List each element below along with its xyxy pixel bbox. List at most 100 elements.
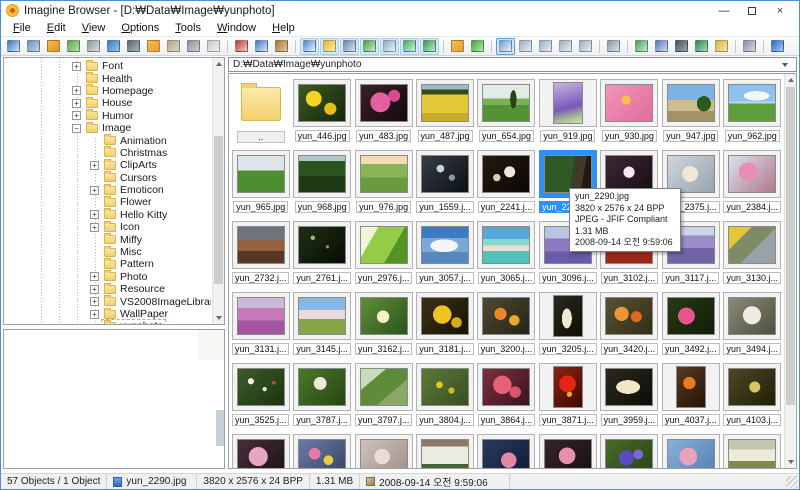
help-button[interactable] xyxy=(768,38,787,55)
view-tiles-button[interactable] xyxy=(536,38,555,55)
thumbnail-item[interactable]: yun_3959.j... xyxy=(599,360,660,431)
folder-up-item[interactable]: .. xyxy=(230,76,291,147)
paste-button[interactable] xyxy=(272,38,291,55)
thumbnail-item[interactable]: yun_3130.j... xyxy=(722,218,783,289)
tree-item-humor[interactable]: + Humor xyxy=(4,109,211,122)
tree-item-health[interactable]: Health xyxy=(4,72,211,85)
tree-item-emoticon[interactable]: + Emoticon xyxy=(4,183,211,196)
tree-item-icon[interactable]: + Icon xyxy=(4,220,211,233)
thumbnail-item[interactable]: yun_3797.j... xyxy=(353,360,414,431)
thumbnail-item[interactable]: yun_2761.j... xyxy=(291,218,352,289)
scroll-up-arrow[interactable] xyxy=(785,74,796,86)
scroll-down-arrow[interactable] xyxy=(213,312,224,324)
minimize-button[interactable]: — xyxy=(710,2,738,19)
filmstrip-button[interactable] xyxy=(692,38,711,55)
view-details-button[interactable] xyxy=(576,38,595,55)
chevron-down-icon[interactable] xyxy=(778,58,792,71)
expand-toggle[interactable]: + xyxy=(90,272,99,282)
thumbnail-item[interactable]: yun_3787.j... xyxy=(291,360,352,431)
menu-item-window[interactable]: Window xyxy=(209,21,264,35)
thumbnail-item[interactable]: yun_965.jpg xyxy=(230,147,291,218)
thumbnail-item[interactable]: yun_3492.j... xyxy=(660,289,721,360)
expand-toggle[interactable]: + xyxy=(72,61,81,71)
tree-item-flower[interactable]: Flower xyxy=(4,195,211,208)
batch-edit-button[interactable] xyxy=(712,38,731,55)
thumbnail-item[interactable]: yun_3864.j... xyxy=(476,360,537,431)
thumbnail-item[interactable]: yun_947.jpg xyxy=(660,76,721,147)
thumbnail-item[interactable] xyxy=(291,431,352,468)
thumbnail-item[interactable] xyxy=(353,431,414,468)
tree-item-homepage[interactable]: + Homepage xyxy=(4,84,211,97)
thumbnail-item[interactable]: yun_2976.j... xyxy=(353,218,414,289)
expand-toggle[interactable]: + xyxy=(90,222,99,232)
thumbnail-item[interactable]: yun_3525.j... xyxy=(230,360,291,431)
address-bar[interactable]: D:₩Data₩Image₩yunphoto xyxy=(228,57,797,72)
menu-item-tools[interactable]: Tools xyxy=(167,21,209,35)
thumbnail-item[interactable] xyxy=(230,431,291,468)
thumbnail-item[interactable]: yun_968.jpg xyxy=(291,147,352,218)
expand-toggle[interactable]: + xyxy=(90,297,99,307)
scroll-down-arrow[interactable] xyxy=(785,456,796,468)
open-button[interactable] xyxy=(44,38,63,55)
scroll-up-arrow[interactable] xyxy=(213,58,224,70)
tree-item-cursors[interactable]: Cursors xyxy=(4,171,211,184)
thumbnail-item[interactable]: yun_483.jpg xyxy=(353,76,414,147)
thumbnail-item[interactable]: yun_3181.j... xyxy=(414,289,475,360)
thumbnail-item[interactable]: yun_3131.j... xyxy=(230,289,291,360)
print-button[interactable] xyxy=(84,38,103,55)
tree-item-misc[interactable]: Misc xyxy=(4,245,211,258)
resize-grip[interactable] xyxy=(786,476,798,488)
thumbnail-item[interactable]: yun_919.jpg xyxy=(537,76,598,147)
expand-toggle[interactable]: + xyxy=(90,210,99,220)
thumbnail-item[interactable] xyxy=(722,431,783,468)
menu-item-help[interactable]: Help xyxy=(264,21,303,35)
new-folder-button[interactable] xyxy=(144,38,163,55)
tree-item-image[interactable]: − Image xyxy=(4,121,211,134)
file-info-button[interactable] xyxy=(104,38,123,55)
menu-item-file[interactable]: File xyxy=(5,21,39,35)
thumbnail-pane-button[interactable] xyxy=(380,37,399,55)
tree-item-photo[interactable]: + Photo xyxy=(4,270,211,283)
tree-scrollbar[interactable] xyxy=(212,58,224,324)
folder-tree-button[interactable] xyxy=(360,37,379,55)
expand-toggle[interactable]: + xyxy=(72,111,81,121)
thumbnail-item[interactable]: yun_3205.j... xyxy=(537,289,598,360)
thumbnail-item[interactable]: yun_1559.j... xyxy=(414,147,475,218)
maximize-button[interactable] xyxy=(738,2,766,19)
thumbnail-item[interactable]: yun_3494.j... xyxy=(722,289,783,360)
tree-item-cliparts[interactable]: + ClipArts xyxy=(4,158,211,171)
tree-scrollbar-thumb[interactable] xyxy=(214,136,223,284)
copy-move-button[interactable] xyxy=(64,38,83,55)
view-icons-button[interactable] xyxy=(556,38,575,55)
menu-item-options[interactable]: Options xyxy=(113,21,167,35)
tree-item-vs2008imagelibrary[interactable]: + VS2008ImageLibrary xyxy=(4,295,211,308)
thumbnail-item[interactable]: yun_4037.j... xyxy=(660,360,721,431)
tree-item-resource[interactable]: + Resource xyxy=(4,282,211,295)
thumbnail-item[interactable]: yun_4103.j... xyxy=(722,360,783,431)
thumbnail-item[interactable]: yun_2384.j... xyxy=(722,147,783,218)
thumbnail-scrollbar-thumb[interactable] xyxy=(786,87,795,405)
close-button[interactable]: × xyxy=(766,2,794,19)
thumbnail-item[interactable]: yun_3162.j... xyxy=(353,289,414,360)
tree-item-christmas[interactable]: Christmas xyxy=(4,146,211,159)
thumbnail-item[interactable]: yun_976.jpg xyxy=(353,147,414,218)
batch-convert-button[interactable] xyxy=(652,38,671,55)
history-button[interactable] xyxy=(340,37,359,55)
save-as-button[interactable] xyxy=(672,38,691,55)
thumbnail-item[interactable]: yun_930.jpg xyxy=(599,76,660,147)
delete-file-button[interactable] xyxy=(204,38,223,55)
thumbnail-item[interactable]: yun_3057.j... xyxy=(414,218,475,289)
thumbnail-item[interactable] xyxy=(599,431,660,468)
collapse-toggle[interactable]: − xyxy=(72,123,81,133)
tree-item-wallpaper[interactable]: + WallPaper xyxy=(4,307,211,320)
expand-toggle[interactable]: + xyxy=(72,98,81,108)
delete-button[interactable] xyxy=(184,38,203,55)
thumbnail-item[interactable]: yun_3871.j... xyxy=(537,360,598,431)
view-button[interactable] xyxy=(4,38,23,55)
expand-toggle[interactable]: + xyxy=(72,86,81,96)
thumbnail-item[interactable]: yun_487.jpg xyxy=(414,76,475,147)
thumbnail-item[interactable]: yun_2732.j... xyxy=(230,218,291,289)
thumbnail-item[interactable]: yun_446.jpg xyxy=(291,76,352,147)
expand-toggle[interactable]: + xyxy=(90,284,99,294)
slideshow-button[interactable] xyxy=(632,38,651,55)
